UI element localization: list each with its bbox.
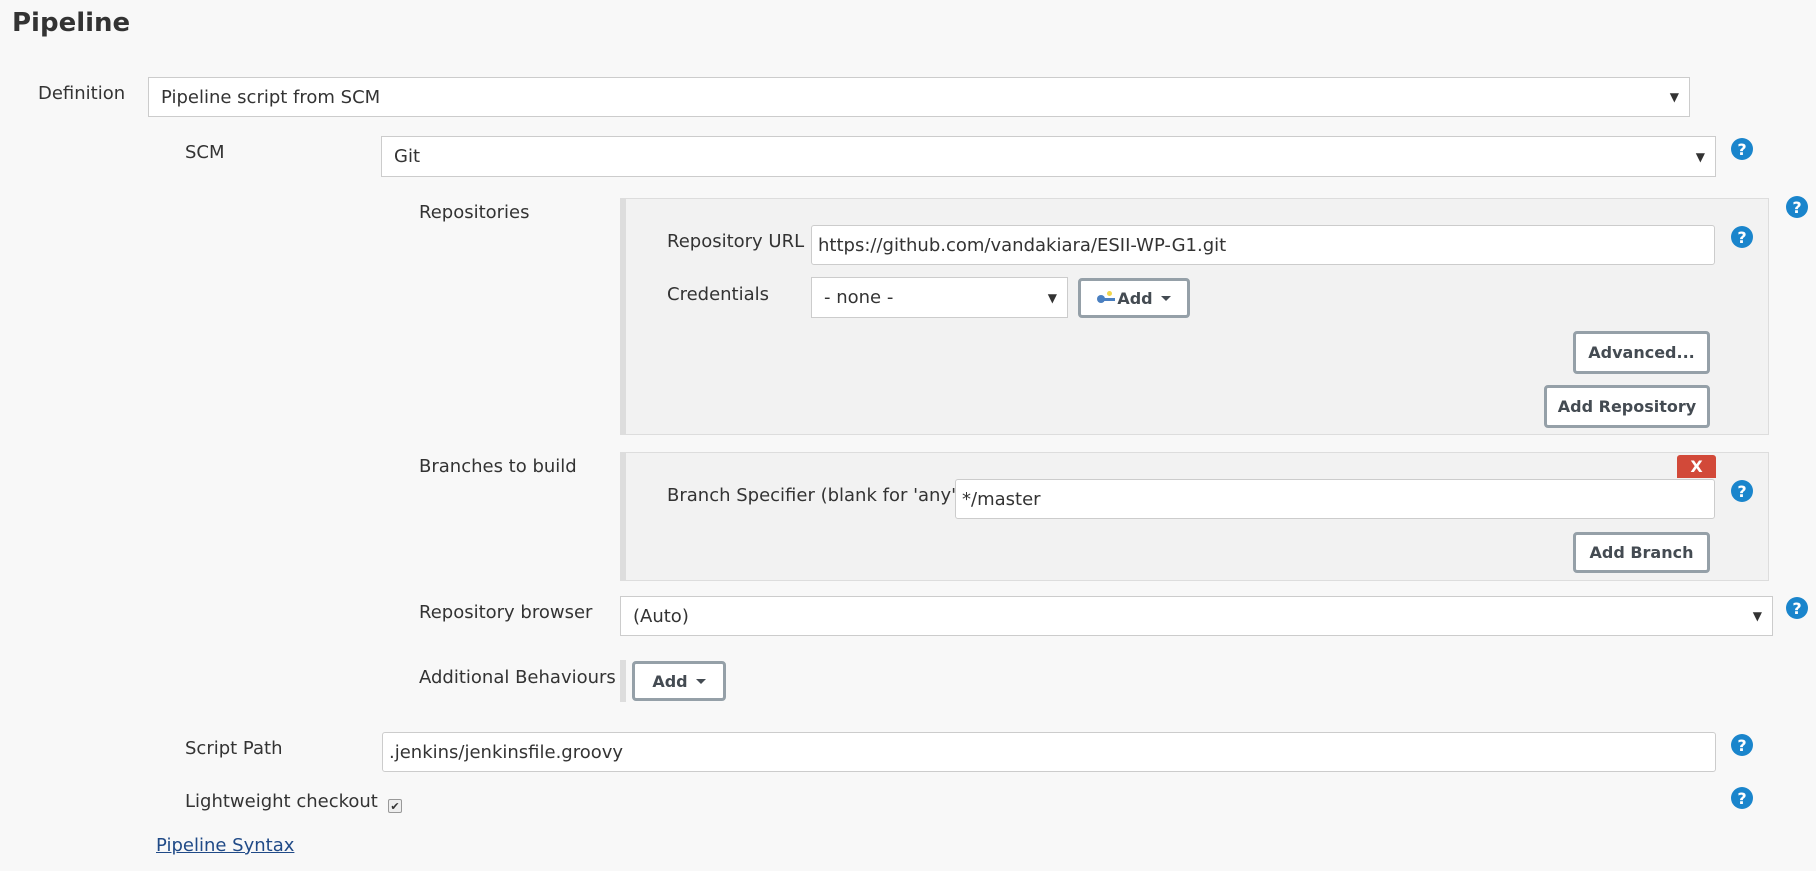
repository-browser-help-icon[interactable]: ? — [1786, 597, 1808, 619]
dropdown-arrow-icon: ▼ — [1752, 609, 1762, 623]
caret-down-icon — [1160, 295, 1171, 301]
dropdown-arrow-icon: ▼ — [1047, 290, 1057, 305]
scm-help-icon[interactable]: ? — [1731, 138, 1753, 160]
definition-select[interactable]: Pipeline script from SCM ▼ — [148, 77, 1690, 117]
scm-select[interactable]: Git ▼ — [381, 136, 1716, 177]
section-title: Pipeline — [12, 8, 131, 38]
definition-value: Pipeline script from SCM — [161, 86, 381, 108]
script-path-label: Script Path — [185, 738, 283, 759]
branch-specifier-input[interactable]: */master — [955, 479, 1715, 519]
lightweight-checkout-label: Lightweight checkout — [185, 791, 378, 812]
scm-value: Git — [394, 146, 421, 167]
repository-url-label: Repository URL — [667, 231, 805, 252]
advanced-button[interactable]: Advanced... — [1573, 331, 1710, 374]
branch-specifier-value: */master — [962, 488, 1041, 510]
branch-specifier-label: Branch Specifier (blank for 'any') — [667, 485, 964, 506]
lightweight-checkout-help-icon[interactable]: ? — [1731, 787, 1753, 809]
add-repository-button[interactable]: Add Repository — [1544, 385, 1710, 428]
credentials-label: Credentials — [667, 284, 770, 305]
dropdown-arrow-icon: ▼ — [1669, 90, 1679, 104]
repository-browser-value: (Auto) — [633, 605, 689, 627]
definition-label: Definition — [38, 83, 126, 104]
credentials-select[interactable]: - none - ▼ — [811, 277, 1068, 318]
lightweight-checkout-checkbox[interactable]: ✔ — [388, 799, 402, 813]
pipeline-syntax-link[interactable]: Pipeline Syntax — [156, 835, 294, 856]
delete-branch-button[interactable]: X — [1677, 455, 1716, 478]
additional-behaviours-label: Additional Behaviours — [419, 667, 616, 688]
repository-url-value: https://github.com/vandakiara/ESII-WP-G1… — [818, 234, 1227, 256]
script-path-input[interactable]: .jenkins/jenkinsfile.groovy — [382, 732, 1716, 772]
key-icon — [1097, 291, 1116, 303]
add-behaviour-label: Add — [652, 671, 688, 691]
script-path-value: .jenkins/jenkinsfile.groovy — [389, 741, 624, 763]
credentials-value: - none - — [824, 287, 894, 308]
repository-browser-label: Repository browser — [419, 602, 593, 623]
caret-down-icon — [695, 678, 706, 684]
repository-url-help-icon[interactable]: ? — [1731, 226, 1753, 248]
add-branch-button[interactable]: Add Branch — [1573, 532, 1710, 573]
script-path-help-icon[interactable]: ? — [1731, 734, 1753, 756]
add-behaviour-button[interactable]: Add — [632, 661, 726, 701]
repository-url-input[interactable]: https://github.com/vandakiara/ESII-WP-G1… — [811, 225, 1715, 265]
dropdown-arrow-icon: ▼ — [1695, 149, 1705, 164]
branches-label: Branches to build — [419, 456, 577, 477]
repositories-help-icon[interactable]: ? — [1786, 196, 1808, 218]
repositories-label: Repositories — [419, 202, 530, 223]
add-credentials-button[interactable]: Add — [1078, 278, 1190, 318]
scm-label: SCM — [185, 142, 225, 163]
branch-specifier-help-icon[interactable]: ? — [1731, 480, 1753, 502]
additional-behaviours-bar — [620, 660, 626, 702]
add-credentials-label: Add — [1117, 288, 1153, 308]
repository-browser-select[interactable]: (Auto) ▼ — [620, 596, 1773, 636]
